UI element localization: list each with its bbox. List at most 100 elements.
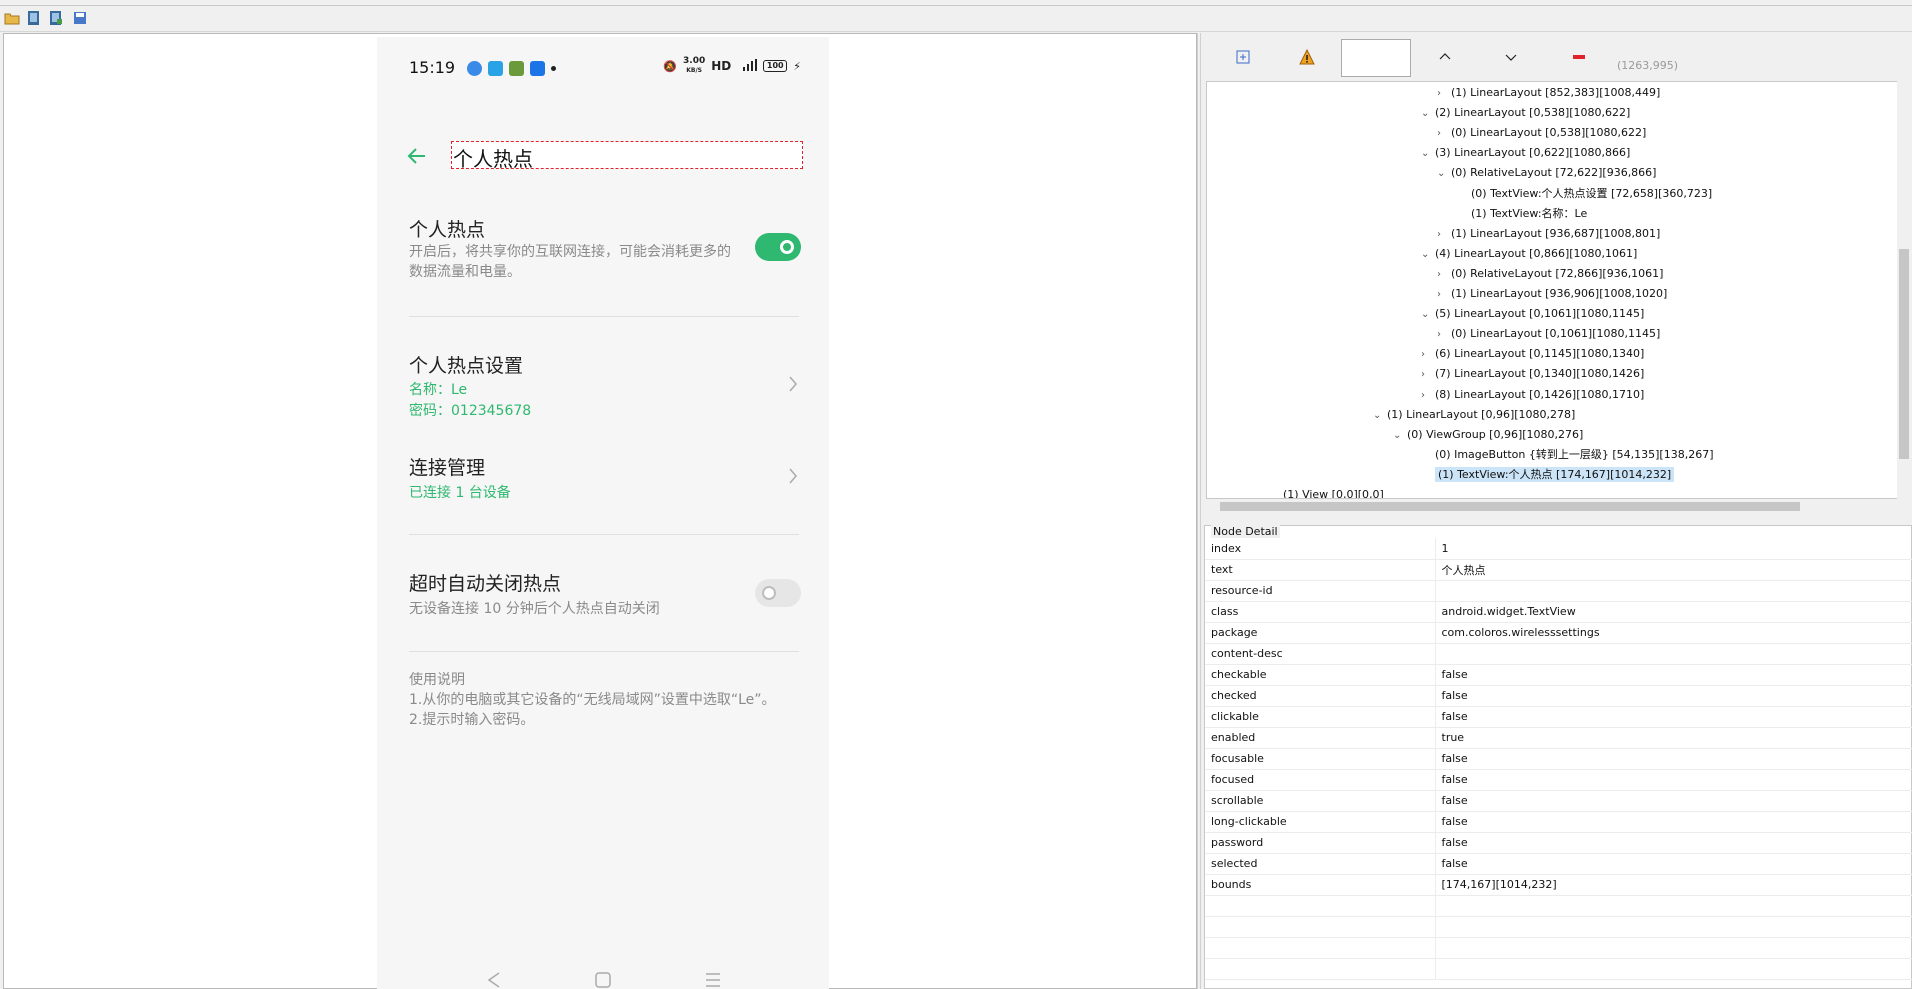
tree-node-label: (3) LinearLayout [0,622][1080,866] xyxy=(1435,146,1631,160)
detail-row[interactable]: password false xyxy=(1205,832,1912,854)
tree-node[interactable]: › (0) RelativeLayout [72,866][936,1061] xyxy=(1437,264,1663,283)
collapse-arrow-icon[interactable]: ⌄ xyxy=(1421,305,1435,324)
tree-node[interactable]: › (6) LinearLayout [0,1145][1080,1340] xyxy=(1421,344,1644,363)
instructions-line-2: 2.提示时输入密码。 xyxy=(409,712,535,728)
tree-node-label: (0) RelativeLayout [72,866][936,1061] xyxy=(1451,266,1664,280)
detail-row[interactable]: class android.widget.TextView xyxy=(1205,601,1912,623)
expand-arrow-icon[interactable]: › xyxy=(1437,265,1451,284)
tree-node[interactable]: › (1) LinearLayout [852,383][1008,449] xyxy=(1437,83,1660,102)
app-notification-icon xyxy=(467,60,482,76)
navigation-bar xyxy=(377,965,829,989)
device-screenshot-icon[interactable] xyxy=(26,10,42,26)
hotspot-toggle[interactable] xyxy=(755,233,801,261)
auto-off-toggle[interactable] xyxy=(755,579,801,607)
expand-arrow-icon[interactable]: › xyxy=(1437,84,1451,103)
tree-node[interactable]: ⌄ (0) ViewGroup [0,96][1080,276] xyxy=(1393,425,1583,444)
detail-row[interactable] xyxy=(1205,895,1912,917)
tree-vertical-scrollbar[interactable] xyxy=(1897,81,1912,499)
detail-key: clickable xyxy=(1205,706,1436,728)
detail-row[interactable] xyxy=(1205,958,1912,980)
tree-node[interactable]: (1) TextView:名称：Le xyxy=(1457,204,1587,223)
detail-row[interactable]: text 个人热点 xyxy=(1205,559,1912,581)
collapse-arrow-icon[interactable]: ⌄ xyxy=(1421,245,1435,264)
detail-row[interactable]: resource-id xyxy=(1205,580,1912,602)
screenshot-pane[interactable]: 15:19 🔕 3.00 KB/S HD 100 ⚡ 个人热点 个人热点 开启后… xyxy=(3,33,1197,989)
detail-row[interactable]: index 1 xyxy=(1205,538,1912,560)
toggle-nafs-icon[interactable] xyxy=(1571,49,1587,65)
detail-value: false xyxy=(1435,832,1912,854)
tree-node[interactable]: ⌄ (2) LinearLayout [0,538][1080,622] xyxy=(1421,103,1630,122)
tree-node[interactable]: ⌄ (4) LinearLayout [0,866][1080,1061] xyxy=(1421,244,1637,263)
collapse-arrow-icon[interactable]: ⌄ xyxy=(1393,426,1407,445)
nav-menu-icon[interactable] xyxy=(705,971,721,989)
tree-node-label: (0) TextView:个人热点设置 [72,658][360,723] xyxy=(1471,186,1713,200)
tree-node[interactable]: (0) TextView:个人热点设置 [72,658][360,723] xyxy=(1457,184,1712,203)
tree-node[interactable]: › (7) LinearLayout [0,1340][1080,1426] xyxy=(1421,364,1644,383)
back-arrow-icon[interactable] xyxy=(405,145,427,167)
tree-node-label: (0) LinearLayout [0,538][1080,622] xyxy=(1451,126,1647,140)
tree-horizontal-scrollbar[interactable] xyxy=(1206,499,1902,514)
tree-node[interactable]: › (1) LinearLayout [936,687][1008,801] xyxy=(1437,224,1660,243)
phone-screen[interactable]: 15:19 🔕 3.00 KB/S HD 100 ⚡ 个人热点 个人热点 开启后… xyxy=(377,37,829,989)
detail-row[interactable]: enabled true xyxy=(1205,727,1912,749)
detail-row[interactable]: checked false xyxy=(1205,685,1912,707)
detail-row[interactable]: bounds [174,167][1014,232] xyxy=(1205,874,1912,896)
nav-home-icon[interactable] xyxy=(595,971,611,989)
toggle-knob xyxy=(780,240,794,254)
expand-arrow-icon[interactable]: › xyxy=(1421,365,1435,384)
expand-arrow-icon[interactable]: › xyxy=(1421,386,1435,405)
tree-node[interactable]: ⌄ (5) LinearLayout [0,1061][1080,1145] xyxy=(1421,304,1644,323)
battery-level: 100 xyxy=(763,60,788,72)
detail-row[interactable]: focusable false xyxy=(1205,748,1912,770)
chevron-down-icon[interactable] xyxy=(1503,49,1519,65)
device-screenshot-compressed-icon[interactable] xyxy=(48,10,64,26)
detail-value: 个人热点 xyxy=(1435,559,1912,581)
chevron-up-icon[interactable] xyxy=(1437,49,1453,65)
more-notifications-dot xyxy=(551,65,556,71)
scrollbar-thumb[interactable] xyxy=(1899,249,1909,459)
collapse-arrow-icon[interactable]: ⌄ xyxy=(1421,144,1435,163)
collapse-arrow-icon[interactable]: ⌄ xyxy=(1421,104,1435,123)
tree-node[interactable]: ⌄ (3) LinearLayout [0,622][1080,866] xyxy=(1421,143,1630,162)
tree-node[interactable]: › (0) LinearLayout [0,1061][1080,1145] xyxy=(1437,324,1660,343)
detail-row[interactable]: content-desc xyxy=(1205,643,1912,665)
tree-node-label: (1) LinearLayout [936,687][1008,801] xyxy=(1451,226,1661,240)
tree-node[interactable]: (1) TextView:个人热点 [174,167][1014,232] xyxy=(1421,465,1675,484)
tree-node[interactable]: › (0) LinearLayout [0,538][1080,622] xyxy=(1437,123,1646,142)
open-folder-icon[interactable] xyxy=(4,10,20,26)
expand-all-icon[interactable] xyxy=(1235,49,1251,65)
warning-icon[interactable] xyxy=(1299,49,1315,65)
instructions-line-1: 1.从你的电脑或其它设备的“无线局域网”设置中选取“Le”。 xyxy=(409,692,776,708)
expand-arrow-icon[interactable]: › xyxy=(1437,285,1451,304)
auto-off-description: 无设备连接 10 分钟后个人热点自动关闭 xyxy=(409,601,660,617)
expand-arrow-icon[interactable]: › xyxy=(1437,124,1451,143)
save-icon[interactable] xyxy=(72,10,88,26)
detail-row[interactable]: package com.coloros.wirelesssettings xyxy=(1205,622,1912,644)
tree-node[interactable]: ⌄ (1) LinearLayout [0,96][1080,278] xyxy=(1373,405,1575,424)
nav-back-icon[interactable] xyxy=(487,971,501,989)
scrollbar-thumb[interactable] xyxy=(1220,502,1800,511)
detail-row[interactable]: checkable false xyxy=(1205,664,1912,686)
collapse-arrow-icon[interactable]: ⌄ xyxy=(1373,406,1387,425)
tree-node[interactable]: (0) ImageButton {转到上一层级} [54,135][138,26… xyxy=(1421,445,1714,464)
network-speed: 3.00 KB/S xyxy=(683,56,706,75)
collapse-arrow-icon[interactable]: ⌄ xyxy=(1437,164,1451,183)
node-detail-title: Node Detail xyxy=(1211,525,1280,538)
detail-row[interactable]: long-clickable false xyxy=(1205,811,1912,833)
detail-row[interactable]: focused false xyxy=(1205,769,1912,791)
tree-node[interactable]: › (1) LinearLayout [936,906][1008,1020] xyxy=(1437,284,1667,303)
expand-arrow-icon[interactable]: › xyxy=(1437,225,1451,244)
hierarchy-tree[interactable]: › (1) LinearLayout [852,383][1008,449] ⌄ (2… xyxy=(1206,81,1902,499)
tree-node[interactable]: (1) View [0,0][0,0] xyxy=(1269,485,1384,498)
detail-value: false xyxy=(1435,685,1912,707)
tree-node[interactable]: › (8) LinearLayout [0,1426][1080,1710] xyxy=(1421,385,1644,404)
expand-arrow-icon[interactable]: › xyxy=(1437,325,1451,344)
search-field[interactable] xyxy=(1341,39,1411,77)
detail-row[interactable]: selected false xyxy=(1205,853,1912,875)
detail-row[interactable] xyxy=(1205,937,1912,959)
expand-arrow-icon[interactable]: › xyxy=(1421,345,1435,364)
detail-row[interactable]: clickable false xyxy=(1205,706,1912,728)
detail-row[interactable] xyxy=(1205,916,1912,938)
detail-row[interactable]: scrollable false xyxy=(1205,790,1912,812)
tree-node[interactable]: ⌄ (0) RelativeLayout [72,622][936,866] xyxy=(1437,163,1656,182)
